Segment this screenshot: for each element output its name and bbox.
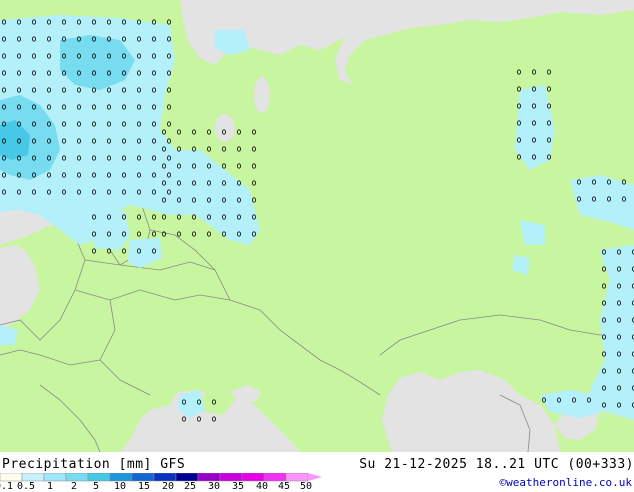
lake-onega xyxy=(254,77,270,113)
colorbar-arrow xyxy=(308,473,322,481)
legend-model: GFS xyxy=(160,457,186,472)
colorbar-tick-label: 2 xyxy=(71,481,78,492)
legend-title-text: Precipitation [mm] xyxy=(2,457,152,472)
colorbar-tick-label: 50 xyxy=(300,481,313,492)
colorbar-tick-label: 10 xyxy=(114,481,127,492)
colorbar-swatch xyxy=(263,473,287,482)
colorbar-swatch xyxy=(131,473,155,482)
colorbar-tick-label: 15 xyxy=(138,481,151,492)
colorbar-swatch xyxy=(197,473,221,482)
colorbar-swatch xyxy=(65,473,89,482)
legend-footer: Precipitation [mm] GFS Su 21-12-2025 18.… xyxy=(0,452,634,492)
colorbar-tick-label: 1 xyxy=(47,481,54,492)
colorbar-tick-label: 40 xyxy=(256,481,269,492)
colorbar-swatch xyxy=(109,473,133,482)
colorbar-swatch xyxy=(241,473,265,482)
credit-text: ©weatheronline.co.uk xyxy=(499,476,632,489)
lake-ladoga xyxy=(215,114,235,142)
colorbar-tick-label: 0.1 xyxy=(0,481,14,492)
colorbar-tick-label: 30 xyxy=(208,481,221,492)
valid-time: Su 21-12-2025 18..21 UTC (00+333) xyxy=(359,457,634,472)
colorbar-tick-label: 45 xyxy=(278,481,291,492)
legend-title: Precipitation [mm] GFS xyxy=(2,457,185,472)
colorbar-swatch xyxy=(175,473,199,482)
colorbar-tick-label: 5 xyxy=(93,481,100,492)
colorbar-tick-label: 25 xyxy=(184,481,197,492)
colorbar-swatch xyxy=(0,473,23,482)
colorbar-swatch xyxy=(153,473,177,482)
colorbar-swatch xyxy=(21,473,45,482)
colorbar-tick-label: 35 xyxy=(232,481,245,492)
colorbar-tick-label: 0.5 xyxy=(17,481,36,492)
colorbar-swatch xyxy=(87,473,111,482)
colorbar-swatch xyxy=(43,473,67,482)
colorbar-swatch xyxy=(219,473,243,482)
colorbar-swatch xyxy=(285,473,309,482)
weather-map xyxy=(0,0,634,452)
colorbar-tick-label: 20 xyxy=(162,481,175,492)
